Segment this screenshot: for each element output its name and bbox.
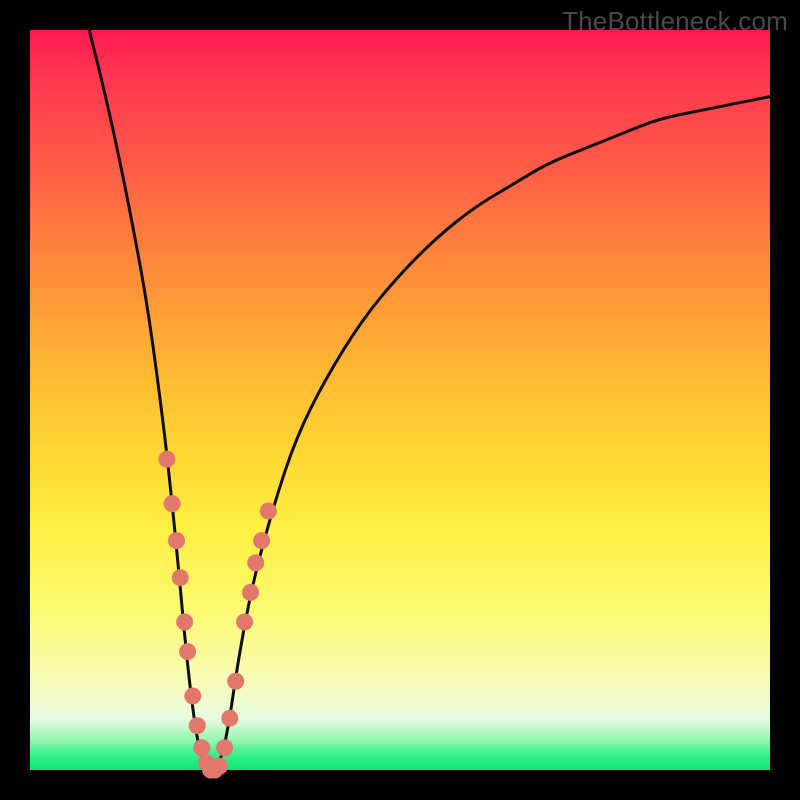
watermark-text: TheBottleneck.com: [562, 6, 788, 37]
data-point: [189, 717, 206, 734]
chart-frame: TheBottleneck.com: [0, 0, 800, 800]
data-point: [216, 739, 233, 756]
data-point: [168, 532, 185, 549]
bottleneck-curve-svg: [30, 30, 770, 770]
data-point: [221, 710, 238, 727]
data-point: [179, 643, 196, 660]
data-point: [172, 569, 189, 586]
data-point-markers: [158, 451, 276, 779]
data-point: [164, 495, 181, 512]
data-point: [158, 451, 175, 468]
data-point: [211, 758, 228, 775]
data-point: [184, 688, 201, 705]
data-point: [253, 532, 270, 549]
data-point: [247, 554, 264, 571]
data-point: [227, 673, 244, 690]
data-point: [242, 584, 259, 601]
data-point: [193, 739, 210, 756]
data-point: [260, 503, 277, 520]
data-point: [236, 614, 253, 631]
data-point: [176, 614, 193, 631]
plot-area: [30, 30, 770, 770]
